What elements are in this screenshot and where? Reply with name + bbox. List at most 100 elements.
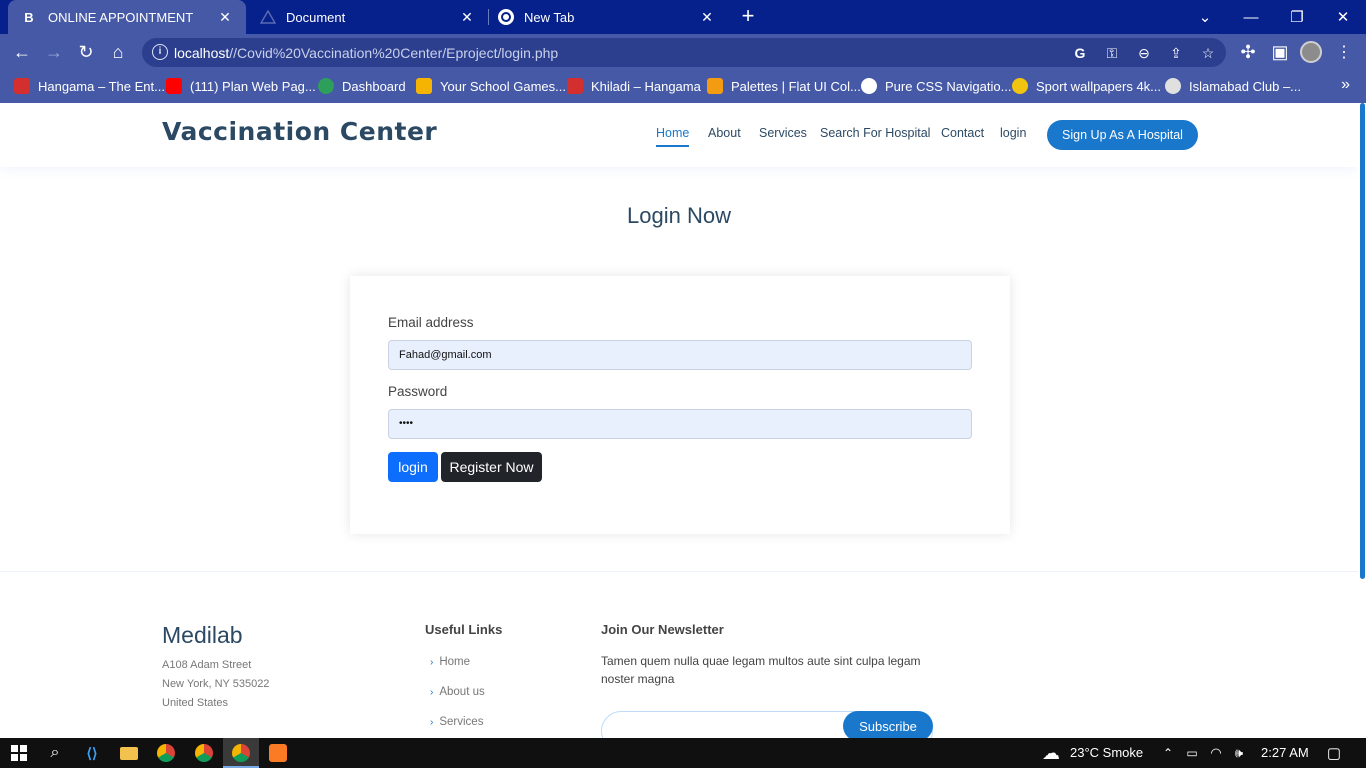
tab-title: New Tab: [524, 9, 575, 25]
bookmark-item[interactable]: Palettes | Flat UI Col...: [707, 76, 861, 96]
globe-icon: [1165, 78, 1181, 94]
forward-arrow-icon[interactable]: →: [41, 39, 67, 65]
key-icon[interactable]: ⚿: [1102, 43, 1122, 63]
tab-online-appointment[interactable]: B ONLINE APPOINTMENT ✕: [8, 0, 246, 34]
bookmark-star-icon[interactable]: ☆: [1198, 43, 1218, 63]
close-icon[interactable]: ✕: [698, 8, 716, 26]
scrollbar-thumb[interactable]: [1360, 103, 1365, 579]
footer-link-label: Home: [439, 656, 471, 668]
bookmark-item[interactable]: Pure CSS Navigatio...: [861, 76, 1011, 96]
bookmark-label: Sport wallpapers 4k...: [1036, 78, 1162, 94]
footer-link-label: About us: [439, 686, 485, 698]
bookmark-label: Dashboard: [342, 78, 406, 94]
wallpaper-icon: [1012, 78, 1028, 94]
wifi-icon[interactable]: ◠: [1205, 742, 1227, 764]
sign-up-hospital-button[interactable]: Sign Up As A Hospital: [1047, 120, 1198, 150]
chrome-icon[interactable]: [230, 742, 252, 764]
school-games-icon: [416, 78, 432, 94]
hangama-icon: [14, 78, 30, 94]
bookmark-label: Your School Games...: [440, 78, 566, 94]
footer-link-home[interactable]: › Home: [430, 656, 470, 668]
volume-icon[interactable]: 🕪: [1228, 742, 1250, 764]
password-label: Password: [388, 384, 448, 399]
minimize-icon[interactable]: —: [1228, 0, 1274, 34]
bookmark-label: Khiladi – Hangama: [591, 78, 701, 94]
more-bookmarks-icon[interactable]: »: [1341, 76, 1350, 94]
bookmark-label: Pure CSS Navigatio...: [885, 78, 1012, 94]
palettes-icon: [707, 78, 723, 94]
close-icon[interactable]: ✕: [216, 8, 234, 26]
bookmark-item[interactable]: Khiladi – Hangama: [567, 76, 701, 96]
google-icon[interactable]: G: [1070, 43, 1090, 63]
bookmark-item[interactable]: Islamabad Club –...: [1165, 76, 1301, 96]
nav-search-for-hospital[interactable]: Search For Hospital: [820, 126, 930, 140]
xampp-icon[interactable]: [267, 742, 289, 764]
home-icon[interactable]: ⌂: [105, 39, 131, 65]
site-logo[interactable]: Vaccination Center: [162, 117, 437, 146]
restore-icon[interactable]: ❐: [1274, 0, 1320, 34]
profile-avatar[interactable]: [1300, 41, 1322, 63]
bookmark-item[interactable]: Hangama – The Ent...: [14, 76, 165, 96]
weather-cloud-icon[interactable]: ☁: [1040, 742, 1062, 764]
site-footer: Medilab A108 Adam Street New York, NY 53…: [0, 571, 1358, 738]
window-close-icon[interactable]: ✕: [1320, 0, 1366, 34]
menu-kebab-icon[interactable]: ⋮: [1331, 39, 1357, 65]
zoom-icon[interactable]: ⊖: [1134, 43, 1154, 63]
chevron-right-icon: ›: [430, 657, 434, 668]
notifications-icon[interactable]: ▢: [1323, 742, 1345, 764]
page-title: Login Now: [627, 203, 731, 228]
bookmark-label: Palettes | Flat UI Col...: [731, 78, 861, 94]
bookmark-item[interactable]: (111) Plan Web Pag...: [166, 76, 316, 96]
bookmark-item[interactable]: Your School Games...: [416, 76, 566, 96]
back-arrow-icon[interactable]: ←: [9, 39, 35, 65]
password-field[interactable]: ••••: [388, 409, 972, 439]
weather-text[interactable]: 23°C Smoke: [1070, 745, 1143, 760]
email-field[interactable]: Fahad@gmail.com: [388, 340, 972, 370]
nav-services[interactable]: Services: [759, 126, 807, 140]
chrome-icon[interactable]: [155, 742, 177, 764]
tab-new-tab[interactable]: New Tab ✕: [488, 0, 728, 34]
youtube-icon: [166, 78, 182, 94]
chrome-icon: [498, 9, 514, 25]
footer-brand: Medilab: [162, 622, 243, 648]
footer-link-about[interactable]: › About us: [430, 686, 485, 698]
bookmark-item[interactable]: Sport wallpapers 4k...: [1012, 76, 1161, 96]
chevron-right-icon: ›: [430, 717, 434, 728]
new-tab-plus-icon[interactable]: +: [736, 5, 760, 29]
footer-link-services[interactable]: › Services: [430, 716, 483, 728]
subscribe-button[interactable]: Subscribe: [843, 711, 933, 738]
bookmark-label: Hangama – The Ent...: [38, 78, 165, 94]
vscode-icon[interactable]: ⟨⟩: [81, 742, 103, 764]
register-now-button[interactable]: Register Now: [441, 452, 542, 482]
chevron-up-icon[interactable]: ⌃: [1157, 742, 1179, 764]
reload-icon[interactable]: ↻: [73, 39, 99, 65]
page-scrollbar[interactable]: [1358, 103, 1366, 738]
file-explorer-icon[interactable]: [118, 742, 140, 764]
tab-document[interactable]: Document ✕: [248, 0, 488, 34]
useful-links-heading: Useful Links: [425, 622, 503, 637]
footer-address-line: A108 Adam Street: [162, 659, 252, 671]
nav-home[interactable]: Home: [656, 126, 690, 147]
site-info-icon[interactable]: i: [152, 44, 168, 60]
login-button[interactable]: login: [388, 452, 438, 482]
address-bar[interactable]: i localhost//Covid%20Vaccination%20Cente…: [142, 38, 1226, 67]
bookmark-item[interactable]: Dashboard: [318, 76, 406, 96]
close-icon[interactable]: ✕: [458, 8, 476, 26]
footer-address-line: New York, NY 535022: [162, 678, 270, 690]
chrome-icon[interactable]: [193, 742, 215, 764]
address-url[interactable]: localhost//Covid%20Vaccination%20Center/…: [174, 45, 558, 61]
url-host: localhost: [174, 45, 230, 61]
tab-search-chevron-icon[interactable]: ⌄: [1182, 0, 1228, 34]
extensions-puzzle-icon[interactable]: ✣: [1235, 39, 1261, 65]
email-label: Email address: [388, 315, 474, 330]
side-panel-icon[interactable]: ▣: [1267, 39, 1293, 65]
share-icon[interactable]: ⇪: [1166, 43, 1186, 63]
web-page: Vaccination Center Home About Services S…: [0, 103, 1358, 738]
battery-icon[interactable]: ▭: [1181, 742, 1203, 764]
nav-about[interactable]: About: [708, 126, 741, 140]
nav-contact[interactable]: Contact: [941, 126, 984, 140]
search-icon[interactable]: ⌕: [44, 742, 66, 764]
windows-start-icon[interactable]: [8, 742, 30, 764]
clock-time[interactable]: 2:27 AM: [1261, 745, 1309, 760]
nav-login[interactable]: login: [1000, 126, 1026, 140]
